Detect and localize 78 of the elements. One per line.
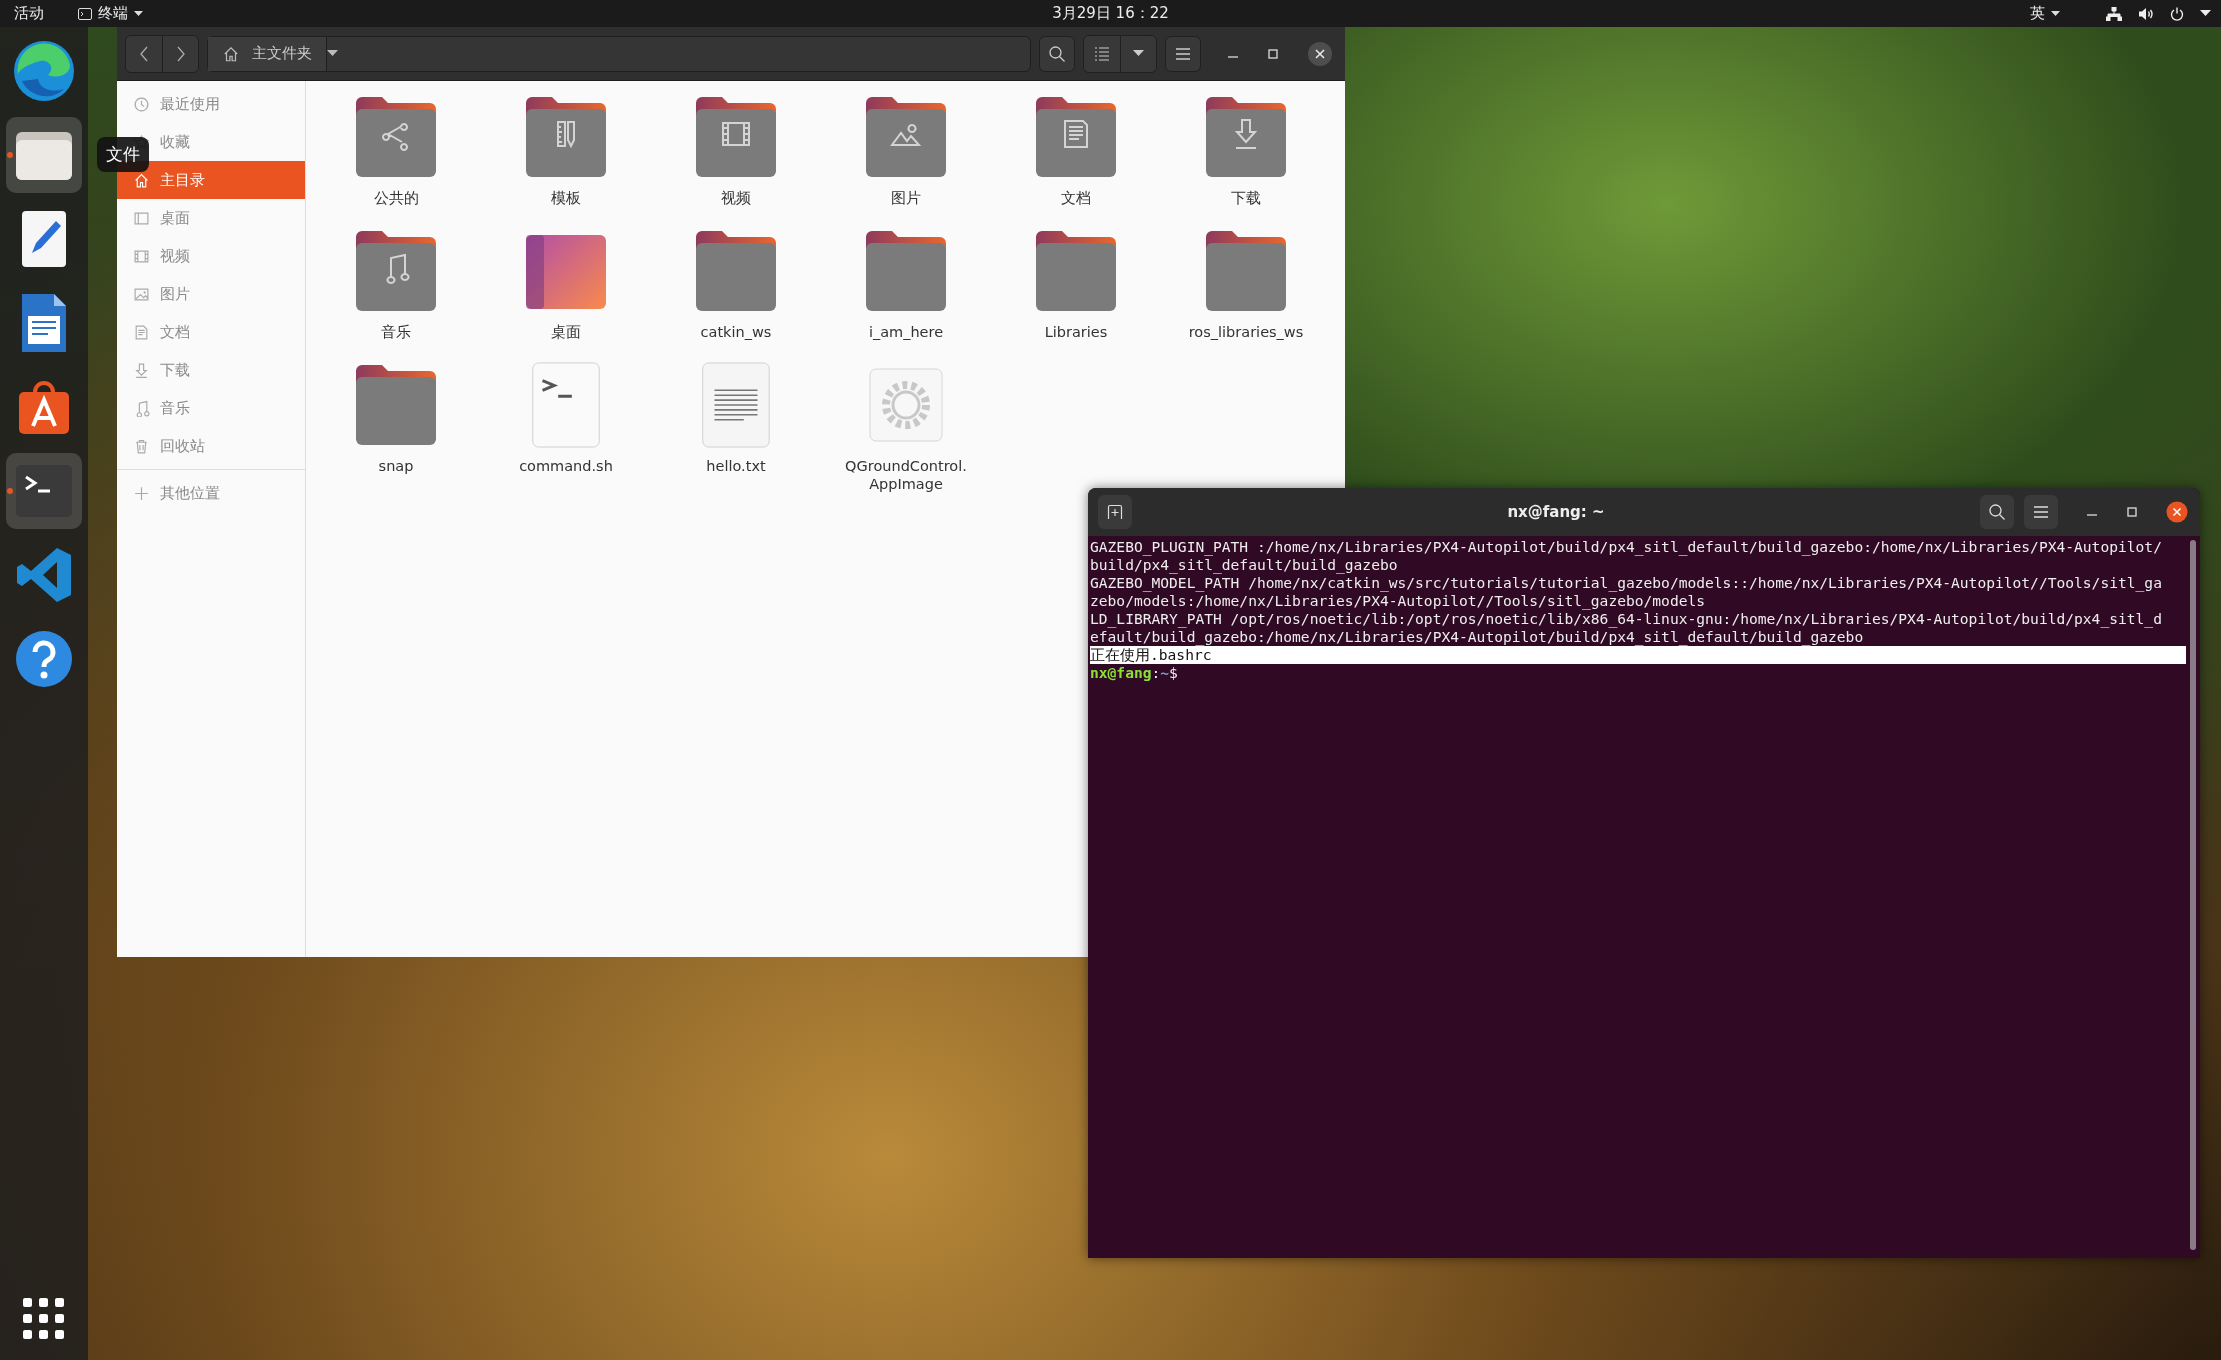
file-item[interactable]: catkin_ws xyxy=(651,227,821,361)
plus-icon xyxy=(133,484,150,502)
scrollbar[interactable] xyxy=(2190,540,2196,1250)
close-icon[interactable] xyxy=(1307,40,1333,67)
file-item[interactable]: 图片 xyxy=(821,93,991,227)
path-button[interactable]: 主文件夹 xyxy=(208,36,327,71)
network-icon[interactable] xyxy=(2106,6,2122,21)
menu-icon xyxy=(2034,506,2048,518)
terminal-line: GAZEBO_PLUGIN_PATH :/home/nx/Libraries/PX4-Autopilot/build/px4_sitl_default/build_gazebo:/home/nx/Libraries/PX4-Autopilot/ xyxy=(1090,538,2163,556)
file-item[interactable]: 下载 xyxy=(1161,93,1331,227)
prompt-text: nx@fang:~$ xyxy=(1090,664,1179,682)
dock-item[interactable] xyxy=(6,117,82,193)
browser-icon xyxy=(12,39,76,103)
file-item[interactable]: snap xyxy=(311,361,481,495)
clock-icon xyxy=(133,95,150,113)
caret-icon[interactable] xyxy=(2200,10,2211,17)
home-icon xyxy=(222,44,240,63)
terminal-line: efault/build_gazebo:/home/nx/Libraries/PX4-Autopilot/build/px4_sitl_default/build_gazebo xyxy=(1090,628,1865,646)
code-editor-icon xyxy=(15,546,73,604)
sidebar-item[interactable]: 桌面 xyxy=(117,199,305,237)
volume-icon[interactable] xyxy=(2138,6,2154,21)
search-button[interactable] xyxy=(1980,495,2014,529)
script-file-icon xyxy=(530,361,602,449)
tooltip: 文件 xyxy=(97,137,149,172)
file-item[interactable]: ros_libraries_ws xyxy=(1161,227,1331,361)
file-item[interactable]: command.sh xyxy=(481,361,651,495)
search-icon xyxy=(1048,44,1066,63)
caret-icon xyxy=(1133,50,1144,57)
download-icon xyxy=(133,361,150,379)
terminal-line: LD_LIBRARY_PATH /opt/ros/noetic/lib:/opt/ros/noetic/lib/x86_64-linux-gnu:/home/nx/Libraries/PX4-Autopilot/build/px4_sitl_d xyxy=(1090,610,2163,628)
caret-icon xyxy=(2051,10,2060,17)
terminal-icon xyxy=(14,463,74,519)
back-button[interactable] xyxy=(126,35,162,72)
help-icon xyxy=(14,629,74,689)
file-item[interactable]: 桌面 xyxy=(481,227,651,361)
file-item[interactable]: hello.txt xyxy=(651,361,821,495)
file-item[interactable]: QGroundControl. AppImage xyxy=(821,361,991,495)
view-list-button[interactable] xyxy=(1084,35,1120,72)
power-icon[interactable] xyxy=(2170,6,2184,21)
app-menu[interactable]: 终端 xyxy=(78,4,143,23)
terminal-line: GAZEBO_MODEL_PATH /home/nx/catkin_ws/src/tutorials/tutorial_gazebo/models::/home/nx/Libraries/PX4-Autopilot//Tools/sitl_ga xyxy=(1090,574,2163,592)
menu-icon xyxy=(1176,47,1190,60)
app-grid-icon[interactable] xyxy=(23,1298,65,1340)
menu-button[interactable] xyxy=(2024,495,2058,529)
terminal-line: build/px4_sitl_default/build_gazebo xyxy=(1090,556,1399,574)
chevron-left-icon xyxy=(139,45,149,62)
menu-button[interactable] xyxy=(1165,35,1201,72)
search-button[interactable] xyxy=(1039,35,1075,72)
close-icon[interactable] xyxy=(2166,501,2188,523)
terminal-line: zebo/models:/home/nx/Libraries/PX4-Autopilot//Tools/sitl_gazebo/models xyxy=(1090,592,1707,610)
file-item[interactable]: 视频 xyxy=(651,93,821,227)
maximize-icon[interactable] xyxy=(1267,47,1279,60)
file-item[interactable]: 音乐 xyxy=(311,227,481,361)
trash-icon xyxy=(133,437,150,455)
file-item[interactable]: 文档 xyxy=(991,93,1161,227)
window-title: nx@fang: ~ xyxy=(1506,503,1606,521)
new-tab-icon xyxy=(1107,504,1123,520)
text-file-icon xyxy=(700,361,772,449)
file-item[interactable]: Libraries xyxy=(991,227,1161,361)
activities-button[interactable]: 活动 xyxy=(14,4,44,23)
search-icon xyxy=(1988,503,2006,521)
file-item[interactable]: i_am_here xyxy=(821,227,991,361)
input-method-menu[interactable]: 英 xyxy=(2030,4,2060,23)
maximize-icon[interactable] xyxy=(2126,506,2138,518)
caret-icon[interactable] xyxy=(327,50,338,57)
view-options-button[interactable] xyxy=(1120,35,1156,72)
chevron-right-icon xyxy=(175,45,186,62)
caret-icon xyxy=(134,10,143,17)
home-icon xyxy=(133,171,150,189)
forward-button[interactable] xyxy=(162,35,198,72)
file-item[interactable]: 模板 xyxy=(481,93,651,227)
list-icon xyxy=(1094,46,1110,61)
path-bar[interactable]: 主文件夹 xyxy=(207,35,1031,72)
document-icon xyxy=(133,323,150,341)
new-tab-button[interactable] xyxy=(1098,495,1132,529)
terminal-icon xyxy=(78,7,92,20)
file-item[interactable]: 公共的 xyxy=(311,93,481,227)
clock[interactable]: 3月29日 16：22 xyxy=(1052,4,1169,23)
